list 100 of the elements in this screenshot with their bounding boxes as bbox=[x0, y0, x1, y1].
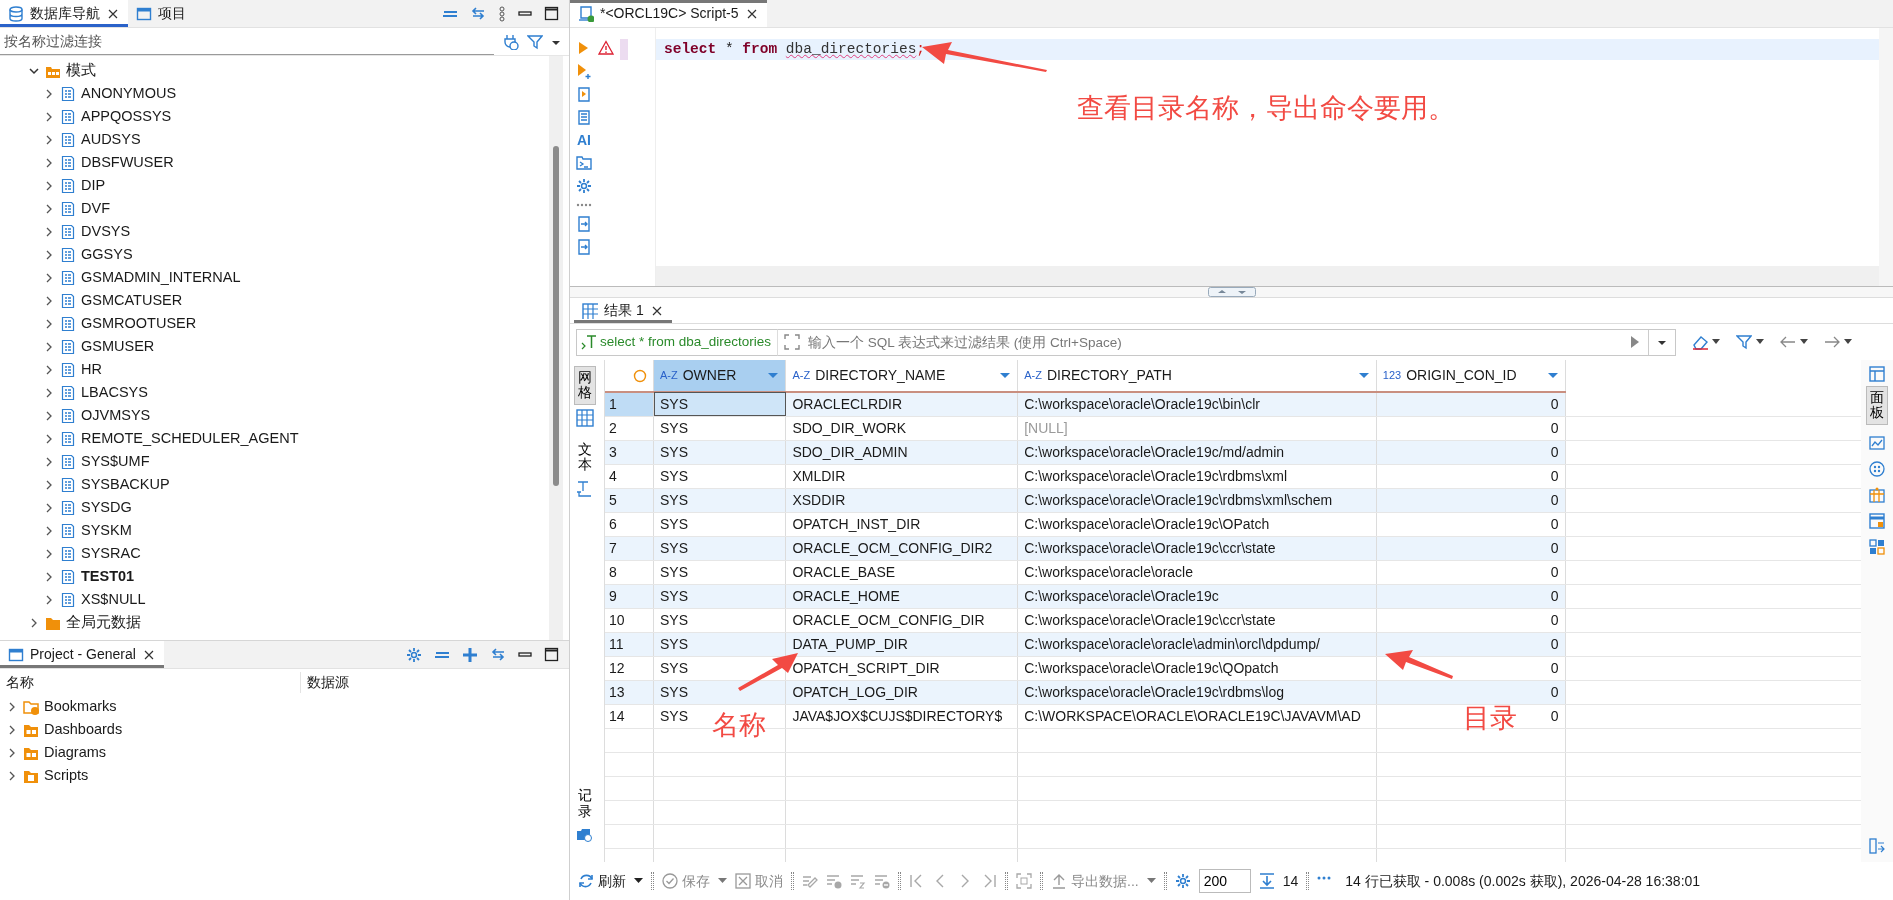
filter-icon[interactable] bbox=[527, 33, 543, 50]
view-tab[interactable]: 文本 bbox=[575, 438, 595, 476]
chart-icon[interactable] bbox=[1869, 434, 1885, 451]
settings-icon[interactable] bbox=[1174, 873, 1191, 889]
tree-item-label[interactable]: 全局元数据 bbox=[66, 611, 141, 634]
row-number[interactable]: 10 bbox=[605, 608, 654, 632]
run-new-tab-icon[interactable] bbox=[576, 63, 592, 79]
row-number[interactable]: 1 bbox=[605, 392, 654, 416]
more-icon[interactable] bbox=[576, 201, 592, 209]
tree-item-label[interactable]: DVF bbox=[81, 197, 110, 220]
tree-item-label[interactable]: Dashboards bbox=[44, 718, 123, 741]
tree-item-label[interactable]: GSMUSER bbox=[81, 335, 155, 358]
layout-icon[interactable] bbox=[1869, 512, 1885, 529]
caret-icon[interactable] bbox=[1657, 338, 1667, 346]
row-number[interactable]: 12 bbox=[605, 656, 654, 680]
row-number[interactable]: 2 bbox=[605, 416, 654, 440]
row-number[interactable]: 5 bbox=[605, 488, 654, 512]
row-number[interactable]: 14 bbox=[605, 704, 654, 728]
caret-icon[interactable] bbox=[1800, 339, 1808, 345]
view-tab[interactable]: 网格 bbox=[574, 366, 596, 405]
view-tab[interactable]: 记录 bbox=[575, 785, 595, 822]
filter-icon[interactable] bbox=[1736, 334, 1752, 350]
import-icon[interactable] bbox=[576, 216, 592, 232]
connect-icon[interactable] bbox=[502, 33, 519, 50]
fetch-all-icon[interactable] bbox=[1258, 873, 1275, 889]
tree-item-label[interactable]: ANONYMOUS bbox=[81, 82, 177, 105]
tree-item-label[interactable]: Scripts bbox=[44, 764, 89, 787]
dots-circle-icon[interactable] bbox=[1869, 460, 1885, 477]
sort-caret-icon[interactable] bbox=[1546, 372, 1559, 379]
document-icon[interactable] bbox=[576, 109, 592, 125]
tree-item-label[interactable]: GSMADMIN_INTERNAL bbox=[81, 266, 241, 289]
maximize-icon[interactable] bbox=[544, 647, 559, 662]
ai-button[interactable]: AI bbox=[577, 132, 591, 148]
navigator-tab[interactable]: 数据库导航 bbox=[0, 0, 128, 27]
tree-item-label[interactable]: SYSKM bbox=[81, 519, 132, 542]
text-icon[interactable] bbox=[576, 479, 594, 498]
tree-item-label[interactable]: AUDSYS bbox=[81, 128, 141, 151]
column-header[interactable]: A-Z DIRECTORY_PATH bbox=[1017, 360, 1377, 392]
tree-item-label[interactable]: TEST01 bbox=[81, 565, 135, 588]
row-number[interactable]: 11 bbox=[605, 632, 654, 656]
export-icon[interactable] bbox=[576, 239, 592, 255]
tree-item-label[interactable]: REMOTE_SCHEDULER_AGENT bbox=[81, 427, 299, 450]
project-tab[interactable]: Project - General bbox=[0, 641, 164, 668]
maximize-icon[interactable] bbox=[544, 6, 559, 21]
tree-item-label[interactable]: GSMROOTUSER bbox=[81, 312, 197, 335]
caret-icon[interactable] bbox=[634, 878, 643, 884]
tree-item-label[interactable]: DVSYS bbox=[81, 220, 131, 243]
terminal-icon[interactable] bbox=[576, 155, 592, 171]
run-script-icon[interactable] bbox=[576, 86, 592, 102]
tree-item-label[interactable]: HR bbox=[81, 358, 102, 381]
row-number[interactable]: 13 bbox=[605, 680, 654, 704]
sort-caret-icon[interactable] bbox=[767, 372, 780, 379]
run-icon[interactable] bbox=[1628, 334, 1640, 350]
caret-icon[interactable] bbox=[1844, 339, 1852, 345]
tree-item-label[interactable]: Bookmarks bbox=[44, 695, 117, 718]
vertical-scrollbar[interactable] bbox=[1879, 28, 1893, 286]
tree-item-label[interactable]: LBACSYS bbox=[81, 381, 148, 404]
panels-tab[interactable]: 面板 bbox=[1866, 386, 1888, 425]
tree-item-label[interactable]: SYSRAC bbox=[81, 542, 141, 565]
tree-item-label[interactable]: DIP bbox=[81, 174, 106, 197]
tree-item-label[interactable]: XS$NULL bbox=[81, 588, 146, 611]
menu-icon[interactable] bbox=[498, 5, 506, 22]
row-number[interactable]: 4 bbox=[605, 464, 654, 488]
sort-caret-icon[interactable] bbox=[999, 372, 1012, 379]
horizontal-scrollbar[interactable] bbox=[656, 266, 1879, 286]
row-number[interactable]: 7 bbox=[605, 536, 654, 560]
column-header[interactable]: 名称 bbox=[0, 671, 300, 693]
tree-item-label[interactable]: DBSFWUSER bbox=[81, 151, 174, 174]
tree-item-label[interactable]: SYS$UMF bbox=[81, 450, 150, 473]
tree-item-label[interactable]: APPQOSSYS bbox=[81, 105, 172, 128]
caret-icon[interactable] bbox=[1712, 339, 1720, 345]
link-icon[interactable] bbox=[470, 5, 486, 22]
tree-item-label[interactable]: SYSBACKUP bbox=[81, 473, 170, 496]
row-number[interactable]: 6 bbox=[605, 512, 654, 536]
record-icon[interactable] bbox=[576, 826, 594, 844]
grid-icon[interactable] bbox=[576, 408, 594, 427]
column-header[interactable]: A-Z DIRECTORY_NAME bbox=[785, 360, 1018, 392]
column-header[interactable]: 数据源 bbox=[300, 671, 349, 693]
column-header[interactable]: A-Z OWNER bbox=[653, 360, 786, 392]
row-number[interactable]: 8 bbox=[605, 560, 654, 584]
filter-field[interactable]: 输入一个 SQL 表达式来过滤结果 (使用 Ctrl+Space) bbox=[804, 328, 1620, 356]
expand-icon[interactable] bbox=[784, 334, 801, 350]
panel-toggle-icon[interactable] bbox=[1869, 838, 1885, 854]
navigator-tab[interactable]: 项目 bbox=[128, 0, 194, 27]
refresh-button[interactable]: 刷新 bbox=[578, 870, 626, 892]
column-header[interactable]: 123 ORIGIN_CON_ID bbox=[1376, 360, 1566, 392]
tree-item-label[interactable]: OJVMSYS bbox=[81, 404, 151, 427]
tree-item-label[interactable]: Diagrams bbox=[44, 741, 107, 764]
settings-icon[interactable] bbox=[406, 646, 422, 663]
tree-item-label[interactable]: GSMCATUSER bbox=[81, 289, 183, 312]
splitter-handle-icon[interactable] bbox=[1207, 287, 1256, 297]
caret-icon[interactable] bbox=[1756, 339, 1764, 345]
editor-tab[interactable]: *<ORCL19C> Script-5 bbox=[570, 0, 767, 27]
panel-icon[interactable] bbox=[1869, 366, 1885, 382]
sort-caret-icon[interactable] bbox=[1357, 372, 1370, 379]
tiles-icon[interactable] bbox=[1869, 538, 1885, 555]
row-number[interactable]: 3 bbox=[605, 440, 654, 464]
row-number[interactable]: 9 bbox=[605, 584, 654, 608]
settings-icon[interactable] bbox=[576, 178, 592, 194]
fetch-size-field[interactable]: 200 bbox=[1198, 869, 1251, 893]
